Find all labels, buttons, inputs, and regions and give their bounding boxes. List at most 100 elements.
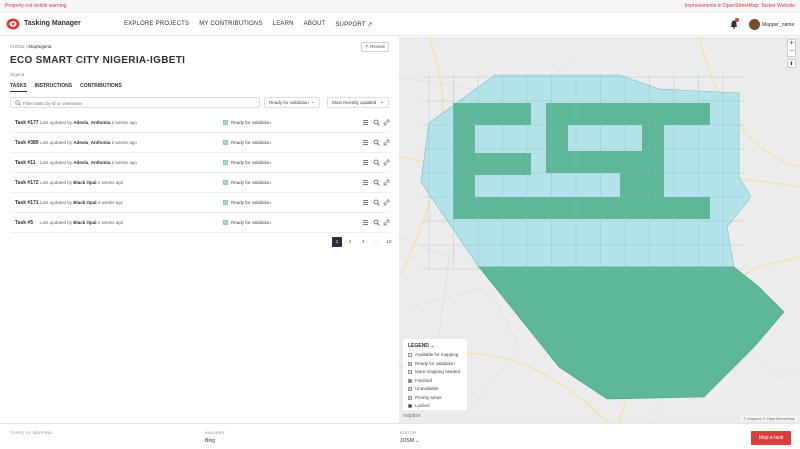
task-user[interactable]: Black Opal (73, 180, 96, 185)
task-id[interactable]: Task #389 (15, 140, 39, 146)
top-navigation: Tasking Manager EXPLORE PROJECTS MY CONT… (0, 13, 800, 36)
zoom-to-task-icon[interactable] (373, 219, 380, 226)
map-a-task-button[interactable]: Map a task (751, 431, 791, 445)
task-history-icon[interactable] (362, 199, 369, 206)
zoom-to-task-icon[interactable] (373, 179, 380, 186)
editor-dropdown[interactable]: JOSM ⌄ (400, 438, 419, 444)
task-last-update: Last updated by Black Opal 2 weeks ago (40, 220, 123, 225)
task-row[interactable]: Task #172 Last updated by Black Opal 2 we… (10, 173, 390, 193)
page-1[interactable]: 1 (332, 237, 342, 247)
zoom-to-task-icon[interactable] (373, 199, 380, 206)
last-updated-prefix: Last updated by (40, 200, 73, 205)
brand-name[interactable]: Tasking Manager (24, 20, 81, 27)
sort-value: Most recently updated (332, 100, 377, 105)
task-row[interactable]: Task #5 Last updated by Black Opal 2 week… (10, 213, 390, 233)
task-id[interactable]: Task #172 (15, 180, 39, 186)
status-filter-value: Ready for validation (269, 100, 309, 105)
page-3[interactable]: 3 (358, 237, 368, 247)
action-footer: TYPES OF MAPPING IMAGERY Bing EDITOR JOS… (0, 423, 800, 449)
task-id[interactable]: Task #11 (15, 160, 35, 166)
sort-dropdown[interactable]: Most recently updated ⌄ (327, 97, 389, 108)
organisation-link[interactable]: MapNigeria (28, 44, 51, 49)
copy-link-icon[interactable] (383, 159, 390, 166)
zoom-out-button[interactable]: − (788, 48, 795, 56)
page-2[interactable]: 2 (345, 237, 355, 247)
task-user[interactable]: Adeola_Anthonia (73, 120, 110, 125)
nav-my-contributions[interactable]: MY CONTRIBUTIONS (199, 21, 262, 28)
status-swatch (223, 220, 228, 225)
task-row[interactable]: Task #389 Last updated by Adeola_Anthonia… (10, 133, 390, 153)
nav-explore-projects[interactable]: EXPLORE PROJECTS (124, 21, 189, 28)
tasking-manager-logo-icon[interactable] (6, 18, 20, 30)
nav-support[interactable]: SUPPORT ↗ (335, 21, 372, 28)
task-id[interactable]: Task #177 (15, 120, 39, 126)
legend-swatch (408, 370, 412, 374)
types-of-mapping-label: TYPES OF MAPPING (10, 430, 53, 435)
tab-tasks[interactable]: TASKS (10, 83, 27, 92)
imagery-label: IMAGERY (205, 430, 225, 435)
pagination: 1 2 3 ... 10 (332, 237, 394, 247)
task-history-icon[interactable] (362, 139, 369, 146)
task-status: Ready for validation (231, 120, 271, 125)
legend-title[interactable]: LEGEND ⌄ (408, 343, 462, 349)
announcement-left[interactable]: Property not visible warning (5, 3, 66, 9)
legend-swatch (408, 378, 412, 383)
last-updated-prefix: Last updated by (40, 180, 73, 185)
task-last-update: Last updated by Adeola_Anthonia 2 weeks … (40, 160, 137, 165)
task-row[interactable]: Task #177 Last updated by Adeola_Anthonia… (10, 113, 390, 133)
search-input[interactable] (23, 99, 253, 107)
user-avatar[interactable] (749, 19, 760, 30)
zoom-to-task-icon[interactable] (373, 119, 380, 126)
task-history-icon[interactable] (362, 179, 369, 186)
copy-link-icon[interactable] (383, 199, 390, 206)
zoom-to-task-icon[interactable] (373, 139, 380, 146)
task-history-icon[interactable] (362, 119, 369, 126)
mapbox-logo[interactable]: mapbox (403, 413, 421, 419)
task-id[interactable]: Task #5 (15, 220, 33, 226)
imagery-value[interactable]: Bing (205, 438, 215, 444)
task-user[interactable]: Adeola_Anthonia (73, 160, 110, 165)
project-panel: #10011 | MapNigeria ✎ Review ECO SMART C… (0, 37, 399, 422)
map-attribution[interactable]: © Mapbox © OpenStreetMap (741, 416, 797, 421)
legend-item: More mapping needed (408, 369, 462, 378)
tab-contributions[interactable]: CONTRIBUTIONS (80, 83, 122, 92)
page-ellipsis: ... (374, 239, 378, 244)
last-updated-prefix: Last updated by (40, 140, 73, 145)
task-id[interactable]: Task #171 (15, 200, 39, 206)
zoom-to-task-icon[interactable] (373, 159, 380, 166)
review-button[interactable]: ✎ Review (361, 42, 389, 52)
task-user[interactable]: Black Opal (73, 220, 96, 225)
task-status: Ready for validation (231, 220, 271, 225)
tab-instructions[interactable]: INSTRUCTIONS (35, 83, 73, 92)
copy-link-icon[interactable] (383, 179, 390, 186)
nav-learn[interactable]: LEARN (273, 21, 294, 28)
task-search[interactable] (10, 97, 260, 108)
compass-icon[interactable]: ⬆ (787, 59, 796, 68)
username[interactable]: Mapper_name (762, 22, 794, 28)
editor-label: EDITOR (400, 430, 417, 435)
copy-link-icon[interactable] (383, 219, 390, 226)
copy-link-icon[interactable] (383, 119, 390, 126)
task-row[interactable]: Task #171 Last updated by Black Opal 2 we… (10, 193, 390, 213)
task-time: 2 weeks ago (97, 220, 124, 225)
announcement-right[interactable]: Improvements in OpenStreetMap: Tasker We… (685, 3, 795, 9)
nav-about[interactable]: ABOUT (304, 21, 326, 28)
legend-item: Locked (408, 403, 462, 412)
task-history-icon[interactable] (362, 219, 369, 226)
task-row[interactable]: Task #11 Last updated by Adeola_Anthonia … (10, 153, 390, 173)
task-user[interactable]: Black Opal (73, 200, 96, 205)
zoom-in-button[interactable]: + (788, 40, 795, 48)
task-history-icon[interactable] (362, 159, 369, 166)
task-user[interactable]: Adeola_Anthonia (73, 140, 110, 145)
task-list: Task #177 Last updated by Adeola_Anthonia… (10, 113, 390, 233)
legend-item: Unavailable (408, 386, 462, 395)
status-swatch (223, 160, 228, 165)
legend-swatch (408, 404, 412, 408)
page-10[interactable]: 10 (384, 237, 394, 247)
legend-swatch (408, 353, 412, 357)
copy-link-icon[interactable] (383, 139, 390, 146)
legend-item: Priority areas (408, 395, 462, 404)
task-status: Ready for validation (231, 160, 271, 165)
status-filter-dropdown[interactable]: Ready for validation ⌄ (264, 97, 320, 108)
task-time: 2 weeks ago (97, 180, 124, 185)
